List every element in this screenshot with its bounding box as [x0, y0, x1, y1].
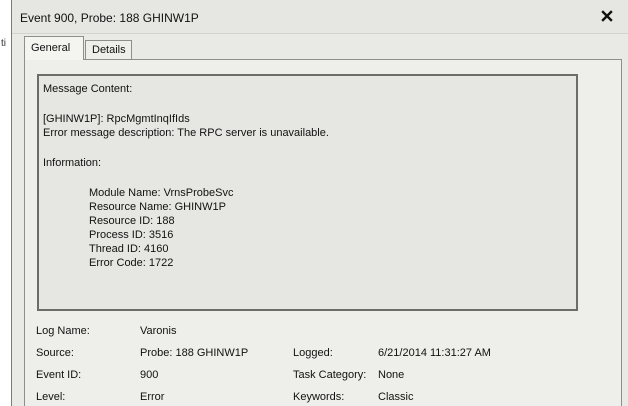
- title-bar[interactable]: Event 900, Probe: 188 GHINW1P: [12, 0, 628, 34]
- source-label: Source:: [36, 347, 74, 359]
- resource-name: Resource Name: GHINW1P: [89, 201, 226, 213]
- source-value[interactable]: Probe: 188 GHINW1P: [140, 347, 248, 359]
- error-code: Error Code: 1722: [89, 257, 174, 269]
- resource-id: Resource ID: 188: [89, 215, 175, 227]
- keywords-label: Keywords:: [293, 391, 345, 403]
- close-icon[interactable]: [599, 8, 615, 24]
- information-heading: Information:: [43, 157, 102, 169]
- event-properties-window: Event 900, Probe: 188 GHINW1P General De…: [11, 0, 628, 406]
- keywords-value[interactable]: Classic: [378, 391, 413, 403]
- window-title: Event 900, Probe: 188 GHINW1P: [20, 11, 199, 25]
- task-category-label: Task Category:: [293, 369, 367, 381]
- tab-details[interactable]: Details: [85, 40, 132, 60]
- logged-value[interactable]: 6/21/2014 11:31:27 AM: [378, 347, 491, 359]
- rpc-line: [GHINW1P]: RpcMgmtInqIfIds: [43, 113, 190, 125]
- level-value[interactable]: Error: [140, 391, 164, 403]
- thread-id: Thread ID: 4160: [89, 243, 169, 255]
- task-category-value[interactable]: None: [378, 369, 404, 381]
- message-heading: Message Content:: [43, 83, 133, 95]
- process-id: Process ID: 3516: [89, 229, 174, 241]
- event-id-value[interactable]: 900: [140, 369, 158, 381]
- tab-general[interactable]: General: [24, 36, 84, 60]
- error-description: Error message description: The RPC serve…: [43, 127, 329, 139]
- background-text-fragment: ti: [1, 38, 6, 49]
- module-name: Module Name: VrnsProbeSvc: [89, 187, 234, 199]
- log-name-value[interactable]: Varonis: [140, 325, 176, 337]
- event-id-label: Event ID:: [36, 369, 82, 381]
- log-name-label: Log Name:: [36, 325, 90, 337]
- general-tab-panel: Message Content: [GHINW1P]: RpcMgmtInqIf…: [24, 59, 622, 406]
- logged-label: Logged:: [293, 347, 333, 359]
- message-content-box[interactable]: Message Content: [GHINW1P]: RpcMgmtInqIf…: [37, 74, 578, 311]
- level-label: Level:: [36, 391, 66, 403]
